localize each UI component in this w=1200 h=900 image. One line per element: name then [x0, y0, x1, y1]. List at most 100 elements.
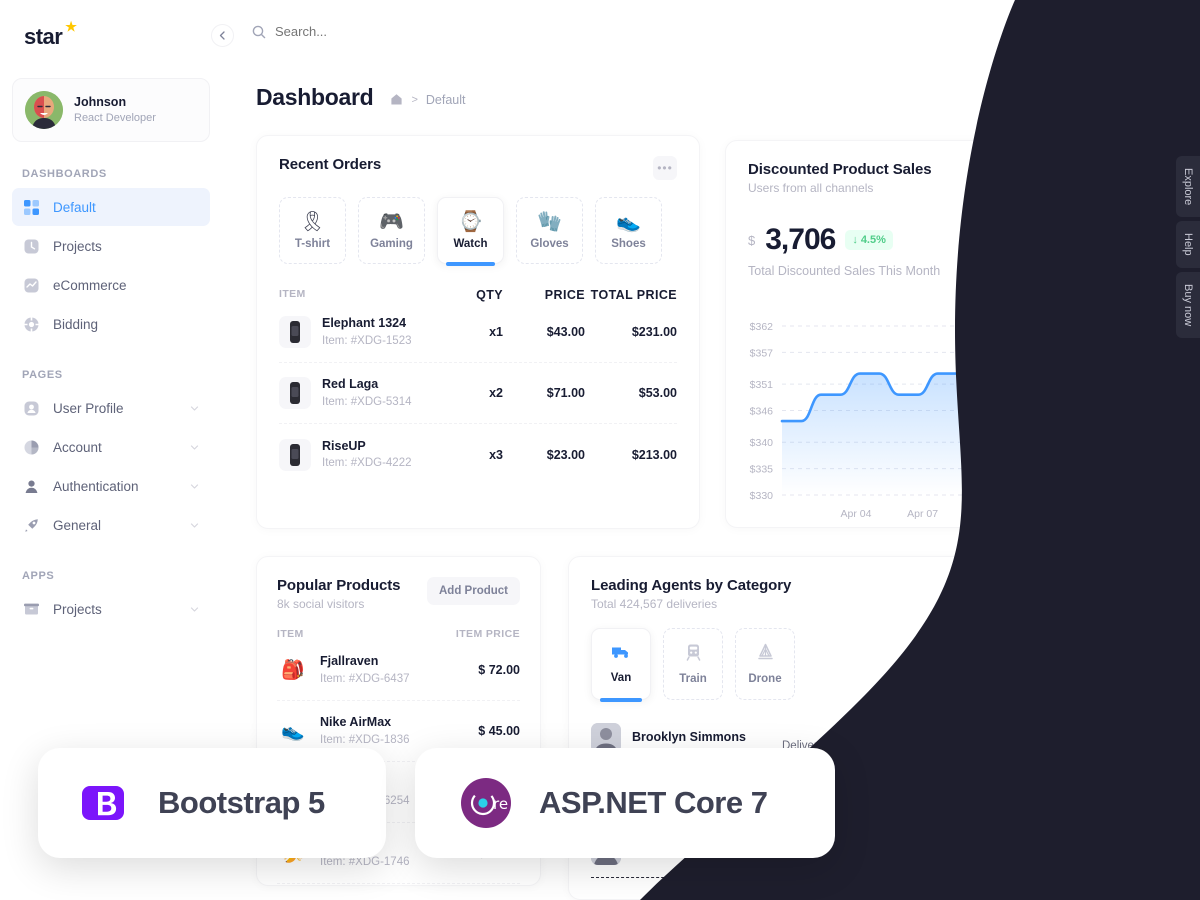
search-input[interactable]	[275, 24, 495, 39]
category-label: Drone	[748, 673, 782, 685]
order-category-gaming[interactable]: 🎮 Gaming	[358, 197, 425, 264]
messages-icon[interactable]	[1056, 21, 1088, 53]
breadcrumb-current[interactable]: Default	[426, 93, 466, 107]
agents-category-tabs: Van Train Drone	[569, 611, 1167, 702]
arrow-right-icon[interactable]	[1064, 836, 1090, 863]
svg-text:$346: $346	[750, 406, 774, 418]
arrow-right-icon[interactable]	[1064, 724, 1090, 751]
order-category-watch[interactable]: ⌚ Watch	[437, 197, 504, 266]
sidebar-profile-card[interactable]: Johnson React Developer	[12, 78, 210, 142]
brand-logo[interactable]: star ★	[0, 0, 222, 56]
recent-orders-table-body: Elephant 1324 Item: #XDG-1523 x1 $43.00 $231…	[257, 302, 699, 485]
ellipsis-icon[interactable]: •••	[653, 156, 677, 180]
rail-tab-help[interactable]: Help	[1176, 221, 1200, 268]
order-category-t-shirt[interactable]: 🎗 T-shirt	[279, 197, 346, 264]
product-thumb	[279, 438, 311, 471]
product-meta: Item: #XDG-5314	[322, 395, 412, 408]
order-category-shoes[interactable]: 👟 Shoes	[595, 197, 662, 264]
product-meta: Item: #XDG-1836	[320, 733, 410, 746]
sidebar-item-projects[interactable]: Projects	[12, 590, 210, 628]
product-meta: Item: #XDG-4222	[322, 457, 412, 470]
arrow-right-icon[interactable]	[1064, 780, 1090, 807]
chevron-down-icon	[190, 483, 199, 489]
search-box[interactable]	[252, 24, 495, 39]
svg-text:Apr 07: Apr 07	[907, 508, 938, 520]
sidebar-collapse-button[interactable]	[211, 24, 234, 47]
recent-orders-title: Recent Orders	[279, 156, 382, 173]
page-title: Dashboard	[256, 83, 374, 110]
svg-text:$335: $335	[750, 464, 774, 476]
discounted-caption: Total Discounted Sales This Month	[748, 264, 941, 278]
svg-text:Apr 04: Apr 04	[841, 508, 872, 520]
product-thumb: 🎒	[281, 660, 305, 681]
create-app-button[interactable]: Create App	[1079, 81, 1174, 113]
add-product-button[interactable]: Add Product	[1052, 577, 1145, 605]
search-icon	[252, 25, 266, 38]
popular-products-subtitle: 8k social visitors	[277, 597, 365, 611]
earnings-stat: $5,400 Earnings	[882, 724, 982, 752]
rail-tab-explore[interactable]: Explore	[1176, 156, 1200, 218]
right-rail: Explore Help Buy now	[1176, 156, 1200, 342]
agent-category-train[interactable]: Train	[663, 628, 723, 700]
invite-button[interactable]: + Invite	[986, 81, 1069, 113]
earnings-value: $174,074	[882, 779, 935, 794]
col-item-price: ITEM PRICE	[455, 628, 520, 640]
agent-category-van[interactable]: Van	[591, 628, 651, 702]
discounted-title: Discounted Product Sales	[748, 161, 932, 178]
svg-text:Apr 10: Apr 10	[970, 508, 1001, 520]
topbar-actions	[1014, 20, 1174, 54]
sales-area-chart[interactable]: $362 $357 $351 $346 $340 $335 $330 Apr 04 Apr 07…	[726, 312, 1168, 527]
sidebar-item-bidding[interactable]: Bidding	[12, 305, 210, 343]
recent-orders-card: Recent Orders ••• 🎗 T-shirt 🎮 Gaming ⌚ Watch 🧤…	[256, 135, 700, 529]
sidebar-item-user-profile[interactable]: User Profile	[12, 389, 210, 427]
sidebar-item-authentication[interactable]: Authentication	[12, 467, 210, 505]
person-icon	[22, 477, 41, 496]
category-emoji: 🎮	[379, 210, 404, 233]
logout-icon[interactable]	[1142, 21, 1174, 53]
price-value: $71.00	[546, 386, 585, 400]
col-qty: QTY	[476, 288, 503, 302]
activity-icon[interactable]	[1014, 21, 1046, 53]
dotnet-core-badge[interactable]: re ASP.NET Core 7	[415, 748, 835, 858]
table-row[interactable]: Elephant 1324 Item: #XDG-1523 x1 $43.00 $231…	[279, 302, 677, 363]
sidebar-nav: DASHBOARDS Default Projects eCommerce Biddin…	[0, 168, 222, 628]
sidebar-item-general[interactable]: General	[12, 506, 210, 544]
agents-title: Leading Agents by Category	[591, 577, 792, 594]
add-product-button[interactable]: Add Product	[427, 577, 520, 605]
discounted-subtitle: Users from all channels	[748, 181, 874, 195]
sidebar-item-projects[interactable]: Projects	[12, 227, 210, 265]
category-emoji: ⌚	[458, 210, 483, 233]
sidebar-item-label: Projects	[53, 601, 102, 617]
earnings-label: Earnings	[882, 795, 928, 808]
total-value: $231.00	[631, 325, 677, 339]
rating-label: Rating	[1015, 786, 1050, 801]
ellipsis-icon[interactable]: •••	[1122, 161, 1146, 185]
rail-tab-buy-now[interactable]: Buy now	[1176, 271, 1200, 339]
user-avatar[interactable]	[1098, 20, 1132, 54]
product-meta: Item: #XDG-6437	[320, 672, 410, 685]
sidebar-item-label: Bidding	[53, 316, 99, 332]
chevron-left-icon	[219, 31, 225, 40]
agent-category-drone[interactable]: Drone	[735, 628, 795, 700]
sidebar-item-ecommerce[interactable]: eCommerce	[12, 266, 210, 304]
table-row[interactable]: RiseUP Item: #XDG-4222 x3 $23.00 $213.00	[279, 424, 677, 485]
col-price: PRICE	[544, 288, 585, 302]
box-icon	[22, 600, 41, 619]
list-item[interactable]: 🎒 Fjallraven Item: #XDG-6437 $ 72.00	[277, 640, 520, 701]
discounted-amount-row: $ 3,706 ↓ 4.5%	[726, 195, 1168, 255]
bootstrap-logo	[82, 786, 124, 820]
product-price: $ 72.00	[478, 663, 520, 677]
profile-role: React Developer	[74, 112, 156, 125]
sidebar-section-title: DASHBOARDS	[22, 168, 107, 180]
table-row[interactable]: Red Laga Item: #XDG-5314 x2 $71.00 $53.00	[279, 363, 677, 424]
total-value: $213.00	[631, 447, 677, 462]
sidebar-item-label: Projects	[53, 238, 102, 254]
currency-symbol: $	[748, 233, 756, 248]
sidebar-item-default[interactable]: Default	[12, 188, 210, 226]
sidebar-item-label: eCommerce	[53, 277, 127, 293]
sidebar-item-account[interactable]: Account	[12, 428, 210, 466]
order-category-gloves[interactable]: 🧤 Gloves	[516, 197, 583, 264]
bootstrap-badge[interactable]: Bootstrap 5	[38, 748, 386, 858]
popular-products-title: Popular Products	[277, 577, 401, 594]
home-icon[interactable]	[390, 93, 403, 106]
